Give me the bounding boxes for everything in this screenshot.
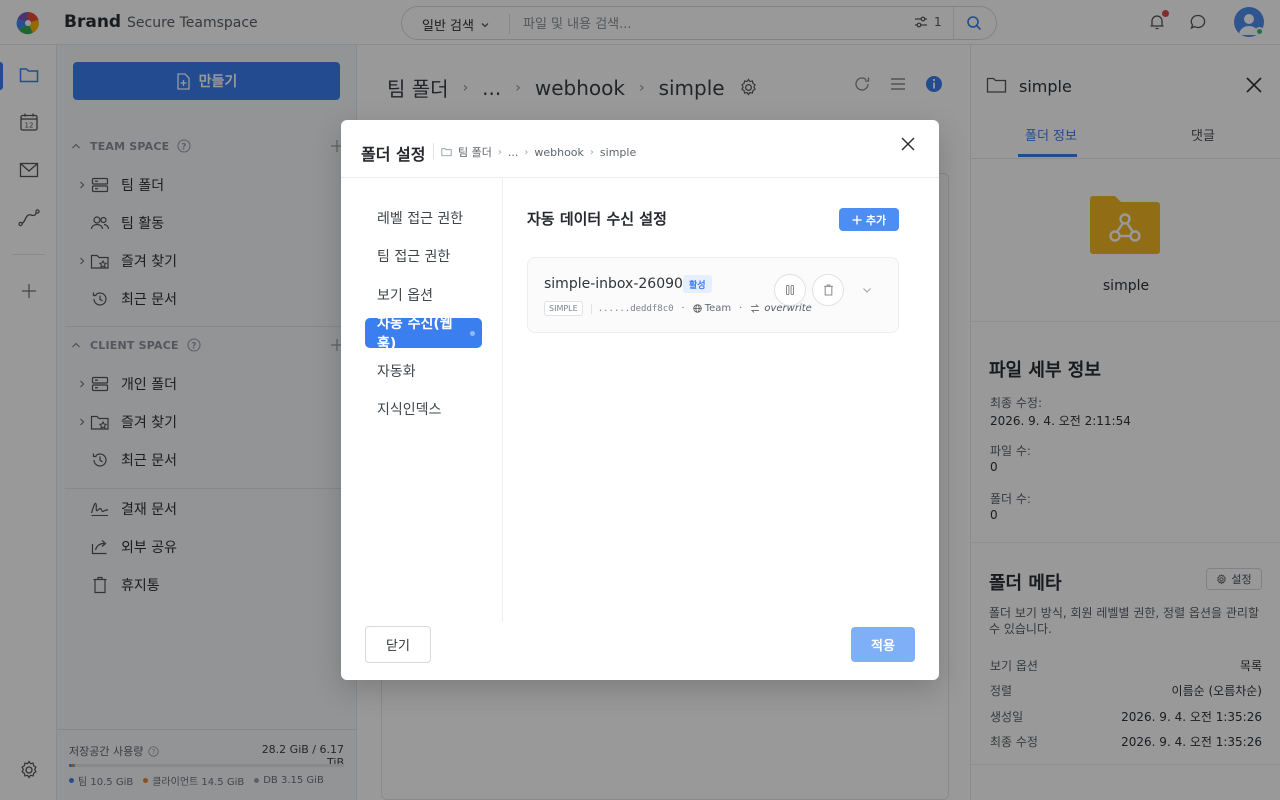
chevron-right-icon: › [497,146,502,158]
nav-label: 보기 옵션 [377,288,433,304]
nav-level-access[interactable]: 레벨 접근 권한 [365,203,482,233]
close-icon [901,137,915,151]
breadcrumb-item: ... [507,145,519,159]
globe-icon [693,304,702,313]
modal-header: 폴더 설정 팀 폴더 › ... › webhook › simple [341,120,939,178]
nav-label: 팀 접근 권한 [377,249,451,265]
breadcrumb-item: simple [599,145,637,159]
divider [433,143,434,159]
webhook-meta: SIMPLE ......deddf8c0 · Team · overwrite [544,301,812,316]
add-webhook-button[interactable]: 추가 [839,208,899,231]
scope-label: Team [704,303,732,314]
webhook-token: ......deddf8c0 [590,303,674,314]
modal-nav: 레벨 접근 권한 팀 접근 권한 보기 옵션 자동 수신(웹훅) 자동화 지식인… [341,178,503,622]
chevron-right-icon: › [589,146,594,158]
section-title: 자동 데이터 수신 설정 [527,210,667,228]
chevron-right-icon: › [524,146,529,158]
swap-arrows-icon [751,304,760,313]
nav-label: 지식인덱스 [377,402,442,418]
nav-label: 레벨 접근 권한 [377,211,464,227]
nav-label: 자동 수신(웹훅) [377,316,453,352]
nav-team-access[interactable]: 팀 접근 권한 [365,241,482,271]
active-dot [470,330,475,336]
modal-title: 폴더 설정 [361,145,426,164]
webhook-card[interactable]: simple-inbox-260904 활성 SIMPLE ......dedd… [527,257,899,333]
folder-icon [441,148,452,157]
dot-separator: · [739,303,743,314]
pause-icon [786,285,794,295]
webhook-type-badge: SIMPLE [544,301,583,316]
nav-view-options[interactable]: 보기 옵션 [365,280,482,310]
status-badge: 활성 [683,275,712,293]
chevron-down-icon [863,288,871,293]
breadcrumb-item: 팀 폴더 [458,146,492,159]
modal-close-button[interactable] [900,136,916,152]
modal-breadcrumb: 팀 폴더 › ... › webhook › simple [441,144,636,160]
nav-knowledge-index[interactable]: 지식인덱스 [365,394,482,424]
breadcrumb-item: webhook [534,145,584,159]
pause-button[interactable] [774,274,806,306]
plus-icon [852,215,862,224]
folder-settings-modal: 폴더 설정 팀 폴더 › ... › webhook › simple 레벨 접… [341,120,939,680]
nav-label: 자동화 [377,364,416,380]
delete-button[interactable] [812,274,844,306]
webhook-scope: Team [693,303,731,314]
nav-webhook[interactable]: 자동 수신(웹훅) [365,316,482,352]
close-button[interactable]: 닫기 [365,626,431,663]
add-label: 추가 [865,213,887,227]
expand-button[interactable] [861,284,873,296]
trash-icon [823,284,833,296]
dot-separator: · [681,303,685,314]
webhook-mode: overwrite [750,303,812,314]
webhook-name: simple-inbox-260904 [544,276,692,292]
apply-button[interactable]: 적용 [851,627,915,662]
nav-automation[interactable]: 자동화 [365,356,482,386]
